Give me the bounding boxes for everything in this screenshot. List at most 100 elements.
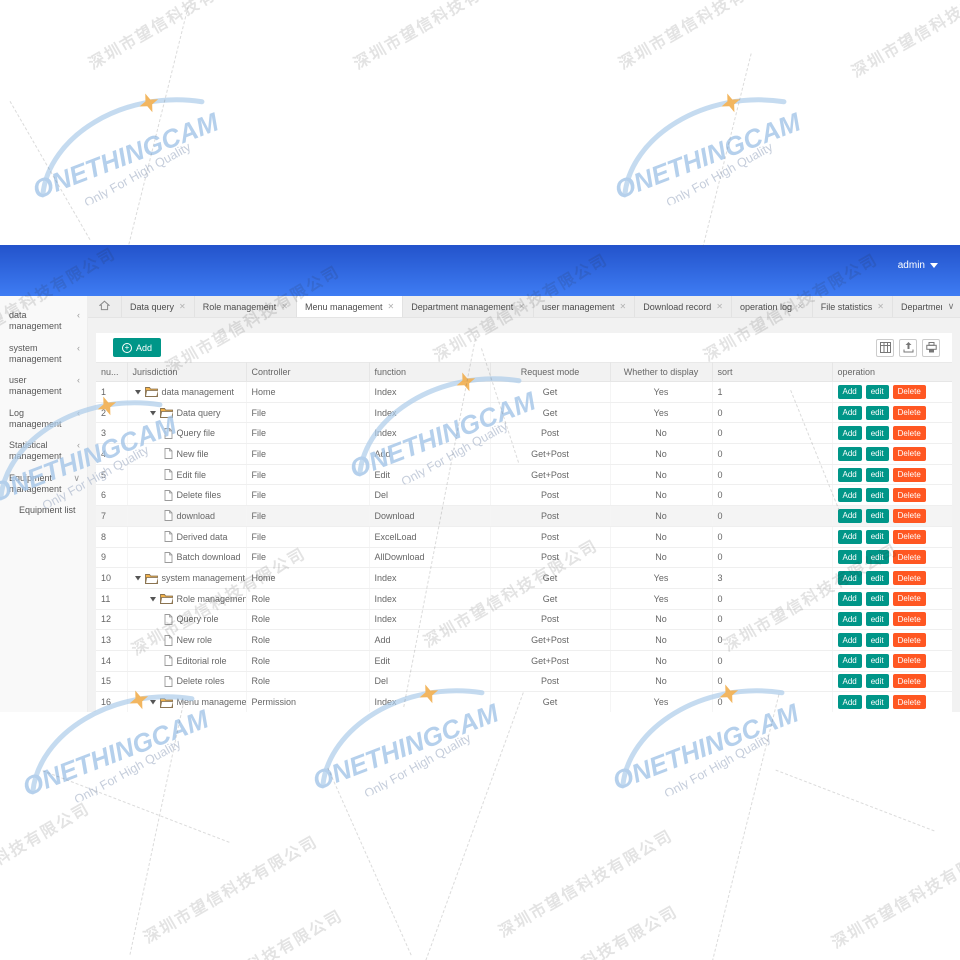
add-row-button[interactable]: Add	[837, 633, 862, 648]
delete-row-button[interactable]: Delete	[892, 674, 926, 689]
tree-collapse-icon[interactable]	[134, 574, 142, 582]
tab-role-management[interactable]: Role management ✕	[195, 296, 297, 317]
tab-data-query[interactable]: Data query ✕	[122, 296, 195, 317]
close-icon[interactable]: ✕	[716, 302, 723, 311]
tree-collapse-icon[interactable]	[149, 409, 157, 417]
edit-row-button[interactable]: edit	[865, 633, 889, 648]
edit-row-button[interactable]: edit	[865, 674, 889, 689]
edit-row-button[interactable]: edit	[865, 488, 889, 503]
close-icon[interactable]: ✕	[620, 302, 627, 311]
delete-row-button[interactable]: Delete	[892, 384, 926, 399]
add-row-button[interactable]: Add	[837, 446, 862, 461]
edit-row-button[interactable]: edit	[865, 653, 889, 668]
edit-row-button[interactable]: edit	[865, 384, 889, 399]
add-row-button[interactable]: Add	[837, 384, 862, 399]
close-icon[interactable]: ✕	[388, 302, 395, 311]
tab-file-statistics[interactable]: File statistics ✕	[813, 296, 893, 317]
edit-row-button[interactable]: edit	[865, 508, 889, 523]
tab-user-management[interactable]: user management ✕	[534, 296, 636, 317]
cell-controller: Role	[246, 629, 370, 651]
table-toolbar: + Add	[96, 333, 952, 362]
filter-columns-icon[interactable]	[876, 338, 894, 357]
add-row-button[interactable]: Add	[837, 591, 862, 606]
export-icon[interactable]	[899, 338, 917, 357]
delete-row-button[interactable]: Delete	[892, 446, 926, 461]
sidebar-item-log-management[interactable]: Log management ‹	[0, 403, 87, 436]
add-row-button[interactable]: Add	[837, 612, 862, 627]
edit-row-button[interactable]: edit	[865, 529, 889, 544]
file-icon	[164, 469, 173, 481]
close-icon[interactable]: ✕	[179, 302, 186, 311]
add-row-button[interactable]: Add	[837, 426, 862, 441]
add-row-button[interactable]: Add	[837, 467, 862, 482]
cell-display: No	[610, 464, 713, 486]
tree-collapse-icon[interactable]	[149, 595, 157, 603]
delete-row-button[interactable]: Delete	[892, 405, 926, 420]
delete-row-button[interactable]: Delete	[892, 695, 926, 710]
cell-jurisdiction: Edit file	[127, 464, 247, 486]
tab-operation-log[interactable]: operation log ✕	[732, 296, 813, 317]
cell-sort: 0	[712, 547, 833, 569]
edit-row-button[interactable]: edit	[865, 467, 889, 482]
tab-menu-management[interactable]: Menu management ✕	[296, 296, 404, 317]
cell-display: No	[610, 609, 713, 631]
sidebar-item-system-management[interactable]: system management ‹	[0, 338, 87, 371]
delete-row-button[interactable]: Delete	[892, 591, 926, 606]
delete-row-button[interactable]: Delete	[892, 550, 926, 565]
edit-row-button[interactable]: edit	[865, 426, 889, 441]
sidebar-item-user-management[interactable]: user management ‹	[0, 370, 87, 403]
close-icon[interactable]: ✕	[281, 302, 288, 311]
add-row-button[interactable]: Add	[837, 529, 862, 544]
cell-jurisdiction: New role	[127, 629, 247, 651]
add-row-button[interactable]: Add	[837, 550, 862, 565]
add-row-button[interactable]: Add	[837, 571, 862, 586]
menu-name: Query file	[176, 428, 216, 439]
edit-row-button[interactable]: edit	[865, 695, 889, 710]
tab-download-record[interactable]: Download record ✕	[635, 296, 732, 317]
delete-row-button[interactable]: Delete	[892, 633, 926, 648]
add-button[interactable]: + Add	[113, 338, 162, 357]
delete-row-button[interactable]: Delete	[892, 508, 926, 523]
delete-row-button[interactable]: Delete	[892, 426, 926, 441]
edit-row-button[interactable]: edit	[865, 571, 889, 586]
edit-row-button[interactable]: edit	[865, 591, 889, 606]
close-icon[interactable]: ✕	[797, 302, 804, 311]
print-icon[interactable]	[922, 338, 940, 357]
cell-operation: Add edit Delete	[832, 671, 952, 693]
tree-collapse-icon[interactable]	[149, 698, 157, 706]
add-row-button[interactable]: Add	[837, 488, 862, 503]
delete-row-button[interactable]: Delete	[892, 488, 926, 503]
delete-row-button[interactable]: Delete	[892, 467, 926, 482]
edit-row-button[interactable]: edit	[865, 612, 889, 627]
tab-department-management[interactable]: Department management ✕	[403, 296, 534, 317]
add-row-button[interactable]: Add	[837, 674, 862, 689]
svg-text:ONETHINGCAM: ONETHINGCAM	[28, 106, 223, 205]
cell-operation: Add edit Delete	[832, 402, 952, 424]
delete-row-button[interactable]: Delete	[892, 571, 926, 586]
tab-home[interactable]	[88, 296, 122, 317]
sidebar-item-statistical-management[interactable]: Statistical management ‹	[0, 435, 87, 468]
tree-collapse-icon[interactable]	[134, 388, 142, 396]
edit-row-button[interactable]: edit	[865, 446, 889, 461]
edit-row-button[interactable]: edit	[865, 550, 889, 565]
user-menu[interactable]: admin	[898, 260, 938, 271]
sidebar-subitem-equipment-list[interactable]: Equipment list	[0, 500, 87, 520]
plus-circle-icon: +	[122, 342, 132, 353]
sidebar-item-data-management[interactable]: data management ‹	[0, 305, 87, 338]
close-icon[interactable]: ✕	[877, 302, 884, 311]
cell-function: Index	[369, 381, 491, 403]
column-header-function: function	[369, 362, 491, 382]
delete-row-button[interactable]: Delete	[892, 653, 926, 668]
add-row-button[interactable]: Add	[837, 695, 862, 710]
add-row-button[interactable]: Add	[837, 405, 862, 420]
add-row-button[interactable]: Add	[837, 508, 862, 523]
tab-overflow-button[interactable]: ∨	[942, 296, 960, 317]
sidebar-item-equipment-management[interactable]: Equipment management ∨	[0, 468, 87, 501]
delete-row-button[interactable]: Delete	[892, 612, 926, 627]
add-row-button[interactable]: Add	[837, 653, 862, 668]
close-icon[interactable]: ✕	[518, 302, 525, 311]
watermark-company-text: 深圳市望信科技有限公司	[163, 902, 346, 960]
delete-row-button[interactable]: Delete	[892, 529, 926, 544]
edit-row-button[interactable]: edit	[865, 405, 889, 420]
cell-number: 7	[96, 505, 128, 527]
